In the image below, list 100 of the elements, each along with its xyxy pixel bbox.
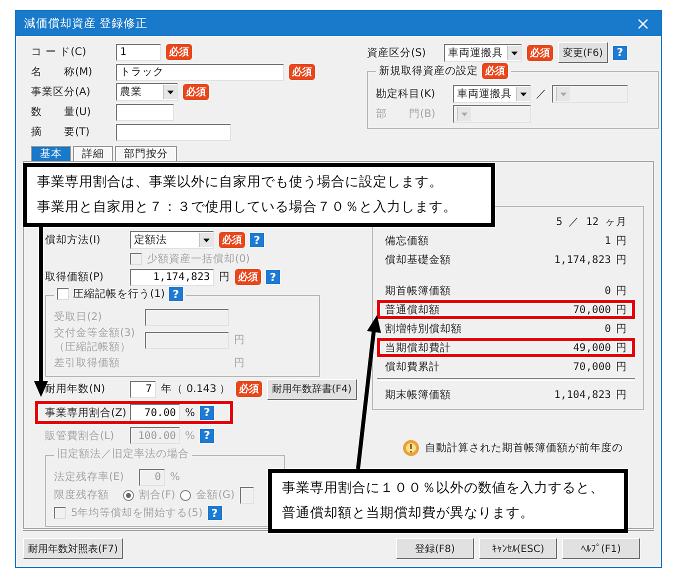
caret-icon xyxy=(163,85,177,99)
field-label: 限度残存額 xyxy=(54,488,110,502)
unit-label: % xyxy=(185,430,195,442)
unit-label: 円 xyxy=(616,360,627,374)
field-label: 部 門(B) xyxy=(376,107,436,121)
help-button[interactable]: ? xyxy=(612,46,627,60)
period-text: 5 ／ 12 ヶ月 xyxy=(556,214,627,228)
field-label: 摘 要(T) xyxy=(31,125,91,139)
required-badge: 必須 xyxy=(166,44,192,60)
dialog-button[interactable]: 登録(F8) xyxy=(396,538,474,559)
checkbox-label: 5年均等償却を開始する(5) xyxy=(71,506,203,520)
dropdown[interactable]: 車両運搬具 xyxy=(453,85,531,103)
summary-label: 期首帳簿価額 xyxy=(385,284,451,298)
amount-text: 1,174,823 xyxy=(554,254,611,266)
checkbox-label: 少額資産一括償却(0) xyxy=(147,252,250,266)
field-label: 受取日(2) xyxy=(54,310,103,324)
dropdown[interactable] xyxy=(453,105,531,123)
dialog-button[interactable]: ｷｬﾝｾﾙ(ESC) xyxy=(479,538,557,559)
help-button[interactable]: ? xyxy=(168,287,183,301)
input-field[interactable] xyxy=(116,124,231,140)
field-label: コ ー ド(C) xyxy=(31,45,88,59)
summary-label: 普通償却額 xyxy=(385,302,440,316)
warning-icon xyxy=(402,439,420,457)
field-label: 耐用年数(N) xyxy=(45,382,106,396)
unit-label: 年（ 0.143 ） xyxy=(161,382,231,396)
summary-label: 当期償却費計 xyxy=(385,340,451,354)
unit-label: 円 xyxy=(234,356,245,370)
radio-label: 割合(F) xyxy=(139,488,176,502)
unit-label: 円 xyxy=(616,322,627,336)
required-badge: 必須 xyxy=(482,63,508,79)
field-label: 数 量(U) xyxy=(31,105,92,119)
caret-icon xyxy=(516,87,530,101)
summary-label: 償却費累計 xyxy=(385,360,440,374)
input-field[interactable]: 1,174,823 xyxy=(130,268,214,286)
unit-label: 円 xyxy=(616,252,627,266)
unit-label: 円 xyxy=(616,340,627,354)
input-field[interactable]: トラック xyxy=(116,64,284,80)
notice-text: 自動計算された期首帳簿価額が前年度の xyxy=(425,441,623,455)
field-label: 資産区分(S) xyxy=(367,46,427,60)
help-button[interactable]: ? xyxy=(266,270,280,284)
dropdown[interactable]: 農業 xyxy=(116,83,178,101)
amount-text: 0 xyxy=(604,284,611,296)
unit-label: 円 xyxy=(616,302,627,316)
unit-label: 円 xyxy=(616,284,627,298)
dropdown[interactable]: 定額法 xyxy=(130,231,214,249)
input-field[interactable]: 70.00 xyxy=(130,404,180,421)
checkbox[interactable] xyxy=(57,288,69,300)
caret-icon xyxy=(199,233,213,247)
table-button[interactable]: 耐用年数対照表(F7) xyxy=(23,538,123,559)
caret-icon xyxy=(556,87,570,101)
amount-text: 0 xyxy=(604,322,611,334)
field-label: 取得価額(P) xyxy=(45,270,105,284)
help-button[interactable]: ? xyxy=(250,233,264,247)
unit-label: % xyxy=(170,471,180,483)
amount-text: 70,000 xyxy=(573,304,611,316)
callout-text: 事業専用割合は、事業以外に自家用でも使う場合に設定します。 xyxy=(37,173,444,192)
input-field[interactable] xyxy=(116,104,174,120)
input-field[interactable]: 1 xyxy=(116,44,161,60)
unit-label: 円 xyxy=(616,388,627,402)
field-label: 法定残存率(E) xyxy=(54,470,125,484)
unit-label: 円 xyxy=(234,333,245,347)
tab[interactable]: 基本 xyxy=(31,146,71,161)
field-label: 償却方法(I) xyxy=(45,233,102,247)
dialog-button[interactable]: ﾍﾙﾌﾟ(F1) xyxy=(562,538,640,559)
unit-label: % xyxy=(185,406,195,418)
field-label: （圧縮記帳額） xyxy=(54,340,132,354)
caret-icon xyxy=(457,107,471,121)
dropdown[interactable]: 車両運搬具 xyxy=(444,44,522,62)
separator-text: ／ xyxy=(536,87,547,101)
change-button[interactable]: 変更(F6) xyxy=(558,42,608,63)
radio-label: 金額(G) xyxy=(196,488,235,502)
field-label: 名 称(M) xyxy=(31,65,94,79)
summary-label: 期末帳簿価額 xyxy=(385,388,451,402)
amount-text: 1,104,823 xyxy=(554,388,611,400)
tab[interactable]: 部門按分 xyxy=(115,146,177,161)
checkbox-label: 圧縮記帳を行う(1) xyxy=(73,287,165,301)
summary-label: 償却基礎金額 xyxy=(385,252,451,266)
dictionary-button[interactable]: 耐用年数辞書(F4) xyxy=(266,378,357,400)
window-title: 減価償却資産 登録修正 xyxy=(24,16,148,31)
help-button[interactable]: ? xyxy=(200,406,214,420)
amount-text: 49,000 xyxy=(573,342,611,354)
required-badge: 必須 xyxy=(527,44,553,60)
callout-text: 事業専用割合に１００％以外の数値を入力すると、 xyxy=(282,479,605,498)
callout-text: 事業用と自家用と７：３で使用している場合７０％と入力します。 xyxy=(37,198,458,217)
required-badge: 必須 xyxy=(183,84,209,100)
input-field[interactable]: 7 xyxy=(130,380,156,398)
tab[interactable]: 詳細 xyxy=(73,146,113,161)
group-title: 旧定額法／旧定率法の場合 xyxy=(57,447,189,461)
field-label: 事業専用割合(Z) xyxy=(45,406,125,420)
field-label: 勘定科目(K) xyxy=(376,87,436,101)
unit-label: 円 xyxy=(616,234,627,248)
group-title: 新規取得資産の設定 xyxy=(379,64,478,78)
summary-label: 備忘価額 xyxy=(385,234,429,248)
unit-label: 円 xyxy=(219,270,230,284)
required-badge: 必須 xyxy=(219,232,245,248)
summary-label: 割増特別償却額 xyxy=(385,322,462,336)
field-label: 事業区分(A) xyxy=(31,85,92,99)
required-badge: 必須 xyxy=(289,64,315,80)
field-label: 販管費割合(L) xyxy=(45,428,116,442)
amount-text: 1 xyxy=(604,234,611,246)
